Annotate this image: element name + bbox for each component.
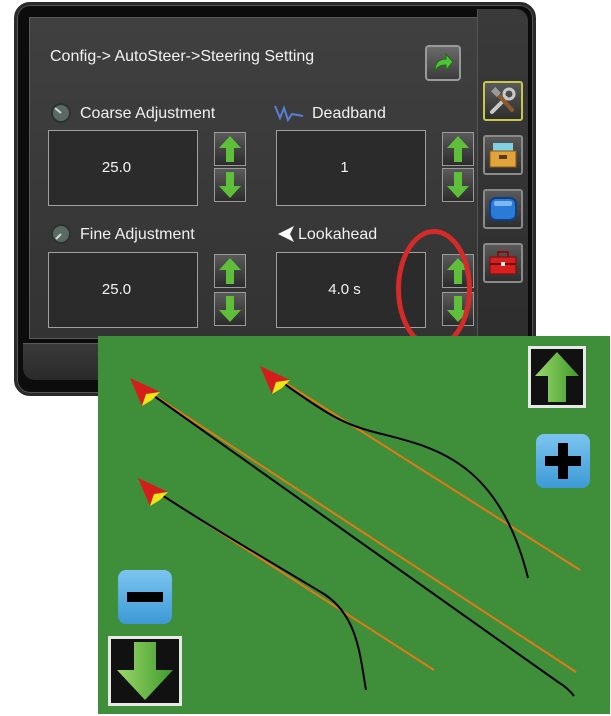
deadband-value: 1 (340, 159, 349, 176)
toolbox-icon (489, 251, 517, 275)
deadband-label: Deadband (312, 105, 386, 122)
tools-icon (490, 87, 516, 114)
guidance-down-button[interactable] (108, 636, 182, 706)
plus-button[interactable] (536, 434, 590, 488)
screen-icon (489, 197, 517, 221)
deadband-up-button[interactable] (442, 132, 474, 166)
back-button[interactable] (425, 45, 461, 81)
lookahead-pointer-icon (278, 226, 294, 242)
up-arrow-icon (219, 258, 241, 284)
minus-icon (127, 592, 163, 602)
data-tab[interactable] (483, 135, 523, 175)
down-arrow-icon (219, 172, 241, 198)
dial-coarse-icon (51, 103, 71, 123)
coarse-adjustment-field[interactable]: 25.0 (48, 130, 198, 206)
fine-adjustment-value: 25.0 (101, 281, 132, 298)
down-arrow-icon (219, 296, 241, 322)
lookahead-label: Lookahead (298, 226, 378, 243)
coarse-down-button[interactable] (214, 168, 246, 202)
guidance-up-button[interactable] (528, 346, 586, 408)
coarse-adjustment-value: 25.0 (101, 159, 132, 176)
toolbox-tab[interactable] (483, 243, 523, 283)
plus-icon (545, 443, 581, 479)
page-title: Config-> AutoSteer->Steering Setting (50, 48, 315, 65)
guidance-view (98, 336, 610, 714)
display-tab[interactable] (483, 189, 523, 229)
side-tab-bar (477, 9, 528, 375)
fine-adjustment-field[interactable]: 25.0 (48, 252, 198, 328)
fine-down-button[interactable] (214, 292, 246, 326)
minus-button[interactable] (118, 570, 172, 624)
back-arrow-icon (434, 52, 454, 73)
deadband-field[interactable]: 1 (276, 130, 426, 206)
vehicle-pointer-icon (130, 378, 160, 406)
vehicle-pointer-icon (138, 478, 168, 506)
vehicle-pointer-icon (260, 366, 290, 394)
up-arrow-icon (535, 352, 579, 402)
coarse-adjustment-label: Coarse Adjustment (80, 105, 216, 122)
file-box-icon (489, 143, 517, 168)
lookahead-value: 4.0 s (328, 281, 361, 298)
lookahead-highlight-circle (396, 229, 472, 349)
up-arrow-icon (219, 136, 241, 162)
deadband-down-button[interactable] (442, 168, 474, 202)
up-arrow-icon (447, 136, 469, 162)
coarse-up-button[interactable] (214, 132, 246, 166)
tools-tab[interactable] (483, 81, 523, 121)
fine-adjustment-label: Fine Adjustment (80, 226, 195, 243)
down-arrow-icon (117, 642, 173, 700)
down-arrow-icon (447, 172, 469, 198)
fine-up-button[interactable] (214, 254, 246, 288)
dial-fine-icon (51, 224, 71, 244)
waveform-icon (274, 105, 304, 123)
